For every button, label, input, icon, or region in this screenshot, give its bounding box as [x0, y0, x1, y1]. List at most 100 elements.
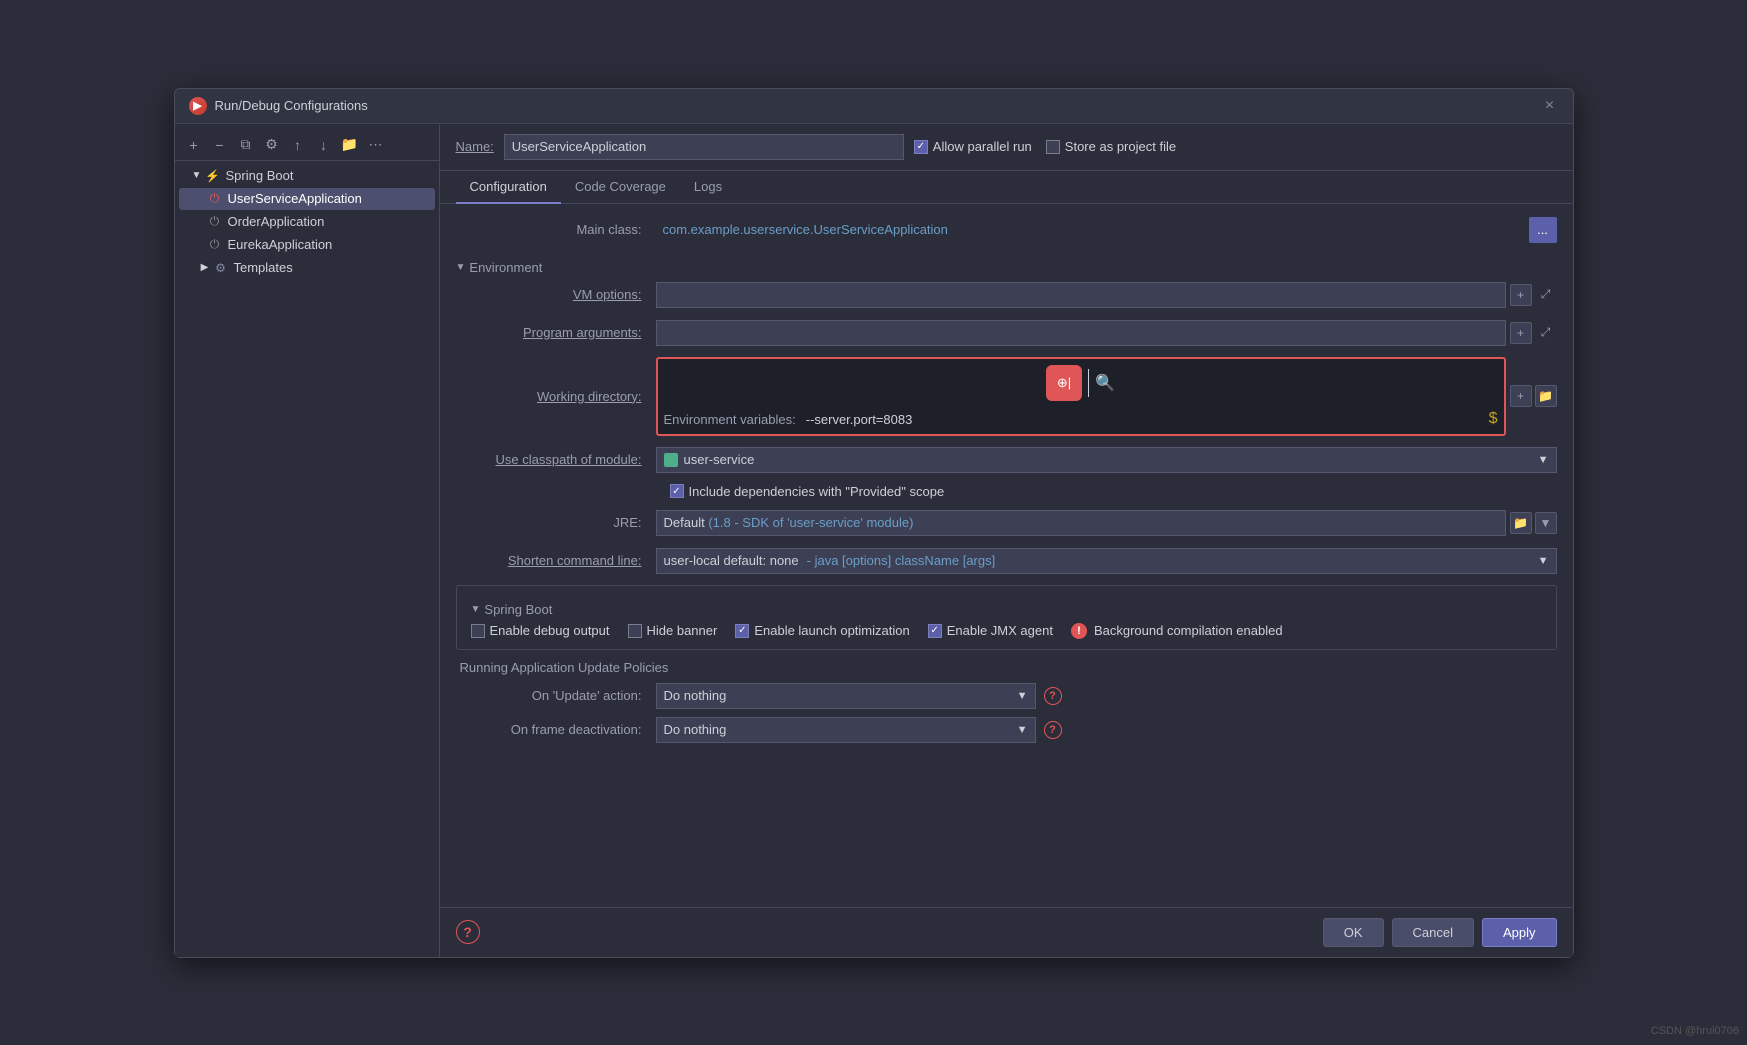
- ok-button[interactable]: OK: [1323, 918, 1384, 947]
- jre-actions: 📁 ▼: [1510, 512, 1557, 534]
- sidebar-springboot-group[interactable]: ▼ ⚡ Spring Boot: [179, 165, 435, 187]
- settings-button[interactable]: ⚙: [261, 134, 283, 156]
- eureka-label: EurekaApplication: [228, 237, 333, 252]
- tab-logs[interactable]: Logs: [680, 171, 736, 204]
- shorten-cmd-arrow: ▼: [1538, 555, 1549, 567]
- policies-title: Running Application Update Policies: [456, 660, 1557, 675]
- userservice-label: UserServiceApplication: [228, 191, 362, 206]
- include-deps-box[interactable]: ✓: [670, 484, 684, 498]
- hide-banner-box[interactable]: [628, 624, 642, 638]
- program-args-expand-button[interactable]: ⤢: [1535, 322, 1557, 344]
- add-config-button[interactable]: +: [183, 134, 205, 156]
- bottom-bar: ? OK Cancel Apply: [440, 907, 1573, 957]
- hide-banner-label: Hide banner: [647, 623, 718, 638]
- on-update-help-icon[interactable]: ?: [1044, 687, 1062, 705]
- springboot-section-arrow: ▼: [471, 604, 481, 615]
- tab-configuration[interactable]: Configuration: [456, 171, 561, 204]
- move-down-button[interactable]: ↓: [313, 134, 335, 156]
- on-update-dropdown[interactable]: Do nothing ▼: [656, 683, 1036, 709]
- apply-button[interactable]: Apply: [1482, 918, 1557, 947]
- classpath-module-row: Use classpath of module: user-service ▼: [456, 446, 1557, 474]
- shorten-java-text: - java [options] className [args]: [807, 553, 996, 568]
- working-dir-row: Working directory: ⊕| 🔍 Environment vari…: [456, 357, 1557, 436]
- program-args-actions: + ⤢: [1510, 322, 1557, 344]
- vm-options-input[interactable]: [656, 282, 1506, 308]
- allow-parallel-run-checkbox[interactable]: ✓ Allow parallel run: [914, 139, 1032, 154]
- include-deps-checkbox[interactable]: ✓ Include dependencies with "Provided" s…: [670, 484, 945, 499]
- help-button[interactable]: ?: [456, 920, 480, 944]
- dialog-icon: ▶: [189, 97, 207, 115]
- on-frame-value: Do nothing: [664, 722, 727, 737]
- on-frame-help-icon[interactable]: ?: [1044, 721, 1062, 739]
- tab-code-coverage[interactable]: Code Coverage: [561, 171, 680, 204]
- sidebar-item-eureka[interactable]: ⏻ EurekaApplication: [179, 234, 435, 256]
- env-section-title: Environment: [469, 260, 542, 275]
- jre-folder-button[interactable]: 📁: [1510, 512, 1532, 534]
- main-content: + − ⧉ ⚙ ↑ ↓ 📁 ⋯ ▼ ⚡ Spring Boot ⏻ UserSe…: [175, 124, 1573, 957]
- jre-dropdown-button[interactable]: ▼: [1535, 512, 1557, 534]
- add-folder-button[interactable]: 📁: [339, 134, 361, 156]
- more-options-button[interactable]: ⋯: [365, 134, 387, 156]
- on-frame-dropdown[interactable]: Do nothing ▼: [656, 717, 1036, 743]
- sidebar-item-templates[interactable]: ▶ ⚙ Templates: [179, 257, 435, 279]
- shorten-cmd-dropdown[interactable]: user-local default: none - java [options…: [656, 548, 1557, 574]
- module-dropdown[interactable]: user-service ▼: [656, 447, 1557, 473]
- hide-banner-checkbox[interactable]: Hide banner: [628, 623, 718, 638]
- enable-launch-opt-label: Enable launch optimization: [754, 623, 909, 638]
- cancel-button[interactable]: Cancel: [1392, 918, 1474, 947]
- env-search-button[interactable]: 🔍: [1095, 373, 1115, 393]
- working-dir-folder-button[interactable]: 📁: [1535, 385, 1557, 407]
- include-deps-row: ✓ Include dependencies with "Provided" s…: [456, 484, 1557, 499]
- jre-label: JRE:: [456, 515, 656, 530]
- name-input[interactable]: [504, 134, 904, 160]
- vm-options-add-button[interactable]: +: [1510, 284, 1532, 306]
- classpath-module-label: Use classpath of module:: [456, 452, 656, 467]
- on-frame-arrow: ▼: [1017, 724, 1028, 736]
- spring-boot-section: ▼ Spring Boot Enable debug output Hide b…: [456, 585, 1557, 650]
- name-bar: Name: ✓ Allow parallel run Store as proj…: [440, 124, 1573, 171]
- bg-compilation-item: ! Background compilation enabled: [1071, 623, 1283, 639]
- on-update-value: Do nothing: [664, 688, 727, 703]
- copy-config-button[interactable]: ⧉: [235, 134, 257, 156]
- env-macro-button[interactable]: ⊕|: [1046, 365, 1082, 401]
- bg-compilation-label: Background compilation enabled: [1094, 623, 1283, 638]
- springboot-section-title: Spring Boot: [484, 602, 552, 617]
- spring-boot-checkboxes: Enable debug output Hide banner ✓ Enable…: [471, 623, 1542, 639]
- shorten-cmd-row: Shorten command line: user-local default…: [456, 547, 1557, 575]
- sidebar-item-userservice[interactable]: ⏻ UserServiceApplication: [179, 188, 435, 210]
- enable-debug-checkbox[interactable]: Enable debug output: [471, 623, 610, 638]
- on-update-row: On 'Update' action: Do nothing ▼ ?: [456, 683, 1557, 709]
- working-dir-add-button[interactable]: +: [1510, 385, 1532, 407]
- close-button[interactable]: ×: [1541, 97, 1559, 115]
- vm-options-label: VM options:: [456, 287, 656, 302]
- program-args-input[interactable]: [656, 320, 1506, 346]
- order-label: OrderApplication: [228, 214, 325, 229]
- enable-debug-box[interactable]: [471, 624, 485, 638]
- remove-config-button[interactable]: −: [209, 134, 231, 156]
- templates-expand-arrow: ▶: [199, 262, 211, 274]
- enable-jmx-box[interactable]: ✓: [928, 624, 942, 638]
- sidebar-item-orderapplication[interactable]: ⏻ OrderApplication: [179, 211, 435, 233]
- module-dropdown-arrow: ▼: [1538, 454, 1549, 466]
- env-vars-input[interactable]: [806, 409, 1483, 430]
- program-args-add-button[interactable]: +: [1510, 322, 1532, 344]
- tabs-bar: Configuration Code Coverage Logs: [440, 171, 1573, 204]
- working-dir-actions: + 📁: [1510, 385, 1557, 407]
- bg-compilation-warning-icon: !: [1071, 623, 1087, 639]
- allow-parallel-run-box[interactable]: ✓: [914, 140, 928, 154]
- vm-options-actions: + ⤢: [1510, 284, 1557, 306]
- main-class-row: Main class: com.example.userservice.User…: [456, 216, 1557, 244]
- move-up-button[interactable]: ↑: [287, 134, 309, 156]
- store-as-project-file-box[interactable]: [1046, 140, 1060, 154]
- enable-launch-opt-box[interactable]: ✓: [735, 624, 749, 638]
- spring-boot-section-header[interactable]: ▼ Spring Boot: [471, 596, 1542, 623]
- environment-section-header[interactable]: ▼ Environment: [456, 254, 1557, 281]
- env-popup-toolbar: ⊕| 🔍: [664, 363, 1498, 407]
- main-class-browse-button[interactable]: ...: [1529, 217, 1557, 243]
- store-as-project-file-checkbox[interactable]: Store as project file: [1046, 139, 1176, 154]
- enable-jmx-checkbox[interactable]: ✓ Enable JMX agent: [928, 623, 1053, 638]
- main-class-value: com.example.userservice.UserServiceAppli…: [656, 219, 1525, 240]
- on-frame-row: On frame deactivation: Do nothing ▼ ?: [456, 717, 1557, 743]
- vm-options-expand-button[interactable]: ⤢: [1535, 284, 1557, 306]
- enable-launch-opt-checkbox[interactable]: ✓ Enable launch optimization: [735, 623, 909, 638]
